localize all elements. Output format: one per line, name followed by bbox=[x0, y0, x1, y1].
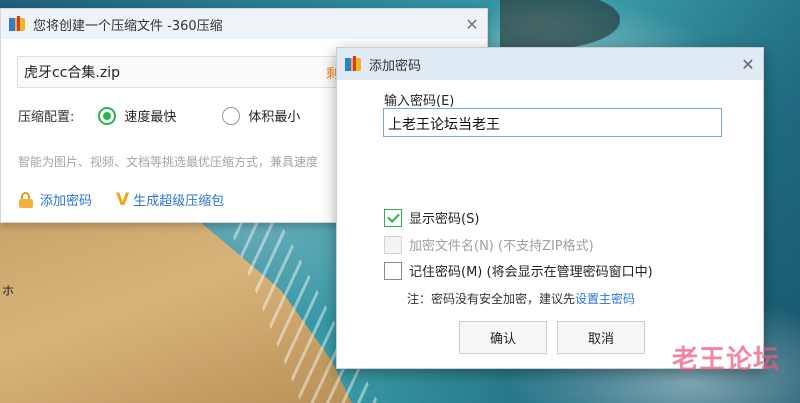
smart-compress-description: 智能为图片、视频、文档等挑选最优压缩方式，兼具速度 bbox=[18, 155, 319, 169]
password-input-label: 输入密码(E) bbox=[384, 94, 455, 109]
encrypt-filenames-row: 加密文件名(N) (不支持ZIP格式) bbox=[384, 235, 594, 254]
main-links-row: 添加密码 V 生成超级压缩包 bbox=[18, 190, 224, 209]
security-note: 注：密码没有安全加密，建议先设置主密码 bbox=[407, 290, 635, 307]
site-watermark: 老王论坛 bbox=[662, 345, 780, 397]
compress-config-row: 压缩配置: 速度最快 体积最小 bbox=[18, 106, 346, 125]
lock-icon bbox=[18, 191, 34, 208]
show-password-row[interactable]: 显示密码(S) bbox=[384, 208, 479, 227]
option-size-smallest-label[interactable]: 体积最小 bbox=[248, 106, 300, 125]
dialog-titlebar: 添加密码 ✕ bbox=[337, 48, 763, 80]
cancel-button[interactable]: 取消 bbox=[557, 321, 645, 354]
dialog-close-icon[interactable]: ✕ bbox=[733, 49, 763, 79]
remember-password-row[interactable]: 记住密码(M) (将会显示在管理密码窗口中) bbox=[384, 261, 653, 280]
vip-v-icon: V bbox=[116, 189, 130, 210]
main-titlebar: 您将创建一个压缩文件 -360压缩 ✕ bbox=[1, 9, 487, 39]
zip-app-icon bbox=[9, 16, 25, 32]
confirm-button[interactable]: 确认 bbox=[459, 321, 547, 354]
radio-size-smallest[interactable] bbox=[222, 106, 241, 125]
show-password-label[interactable]: 显示密码(S) bbox=[409, 208, 479, 227]
add-password-link[interactable]: 添加密码 bbox=[40, 190, 92, 209]
desktop-icon-label: ホ bbox=[2, 284, 15, 298]
archive-name-field[interactable]: 虎牙cc合集.zip 剩余 bbox=[17, 56, 357, 88]
main-close-icon[interactable]: ✕ bbox=[457, 9, 487, 39]
show-password-checkbox[interactable] bbox=[384, 208, 402, 227]
option-speed-fastest-label[interactable]: 速度最快 bbox=[124, 106, 176, 125]
watermark-text: 老王论坛 bbox=[671, 345, 780, 375]
remember-password-label[interactable]: 记住密码(M) (将会显示在管理密码窗口中) bbox=[409, 261, 653, 280]
remember-password-checkbox[interactable] bbox=[384, 261, 402, 280]
super-zip-link[interactable]: 生成超级压缩包 bbox=[133, 190, 224, 209]
main-window-title: 您将创建一个压缩文件 -360压缩 bbox=[33, 18, 223, 34]
dialog-title: 添加密码 bbox=[369, 58, 422, 74]
security-note-text: 注：密码没有安全加密，建议先 bbox=[407, 292, 576, 306]
compress-config-label: 压缩配置: bbox=[18, 110, 75, 125]
set-master-password-link[interactable]: 设置主密码 bbox=[575, 292, 635, 306]
password-input[interactable]: 上老王论坛当老王 bbox=[383, 108, 722, 137]
radio-speed-fastest[interactable] bbox=[98, 106, 117, 125]
encrypt-filenames-checkbox bbox=[384, 235, 402, 254]
dialog-zip-icon bbox=[345, 56, 361, 72]
wallpaper-rocks bbox=[500, 0, 620, 50]
add-password-dialog: 添加密码 ✕ 输入密码(E) 上老王论坛当老王 显示密码(S) 加密文件名(N)… bbox=[336, 47, 764, 369]
archive-name-value: 虎牙cc合集.zip bbox=[24, 65, 120, 81]
encrypt-filenames-label: 加密文件名(N) (不支持ZIP格式) bbox=[409, 239, 594, 254]
